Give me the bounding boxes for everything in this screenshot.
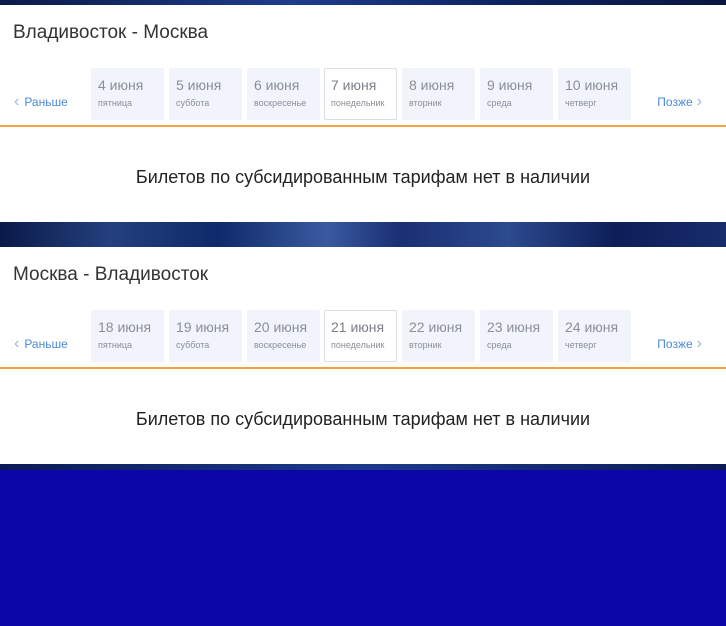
date-label: 21 июня	[331, 319, 385, 335]
weekday-label: суббота	[176, 98, 210, 108]
date-label: 19 июня	[176, 319, 230, 335]
weekday-label: среда	[487, 340, 512, 350]
date-card[interactable]: 6 июня воскресенье	[247, 68, 320, 120]
date-card[interactable]: 4 июня пятница	[91, 68, 164, 120]
weekday-label: пятница	[98, 340, 133, 350]
date-label: 5 июня	[176, 77, 222, 93]
date-label: 24 июня	[565, 319, 619, 335]
weekday-label: суббота	[176, 340, 210, 350]
route-panel-return: Москва - Владивосток ‹ Раньше 18 июня пя…	[0, 247, 726, 464]
date-label: 7 июня	[331, 77, 377, 93]
weekday-label: вторник	[409, 98, 442, 108]
date-card[interactable]: 5 июня суббота	[169, 68, 242, 120]
weekday-label: вторник	[409, 340, 442, 350]
weekday-label: воскресенье	[254, 98, 307, 108]
route-title: Москва - Владивосток	[13, 264, 209, 285]
date-label: 9 июня	[487, 77, 533, 93]
later-label: Позже	[657, 95, 693, 109]
date-label: 22 июня	[409, 319, 463, 335]
date-card[interactable]: 23 июня среда	[480, 310, 553, 362]
earlier-label: Раньше	[24, 95, 68, 109]
weekday-label: понедельник	[331, 340, 385, 350]
no-tickets-message: Билетов по субсидированным тарифам нет в…	[135, 167, 591, 187]
date-label: 4 июня	[98, 77, 144, 93]
later-button[interactable]: Позже ›	[657, 93, 702, 110]
background-band	[0, 222, 726, 247]
date-card[interactable]: 24 июня четверг	[558, 310, 631, 362]
date-card[interactable]: 22 июня вторник	[402, 310, 475, 362]
weekday-label: понедельник	[331, 98, 385, 108]
weekday-label: воскресенье	[254, 340, 307, 350]
date-card-selected[interactable]: 7 июня понедельник	[324, 68, 397, 120]
date-card[interactable]: 8 июня вторник	[402, 68, 475, 120]
later-button[interactable]: Позже ›	[657, 335, 702, 352]
date-label: 18 июня	[98, 319, 152, 335]
accent-divider	[0, 367, 726, 369]
date-card-selected[interactable]: 21 июня понедельник	[324, 310, 397, 362]
route-title: Владивосток - Москва	[13, 22, 209, 43]
date-card[interactable]: 10 июня четверг	[558, 68, 631, 120]
earlier-label: Раньше	[24, 337, 68, 351]
date-label: 10 июня	[565, 77, 619, 93]
bottom-background-strip	[0, 464, 726, 470]
route-panel-outbound: Владивосток - Москва ‹ Раньше 4 июня пят…	[0, 5, 726, 222]
date-label: 20 июня	[254, 319, 308, 335]
date-card[interactable]: 9 июня среда	[480, 68, 553, 120]
date-label: 23 июня	[487, 319, 541, 335]
date-card[interactable]: 20 июня воскресенье	[247, 310, 320, 362]
earlier-button[interactable]: ‹ Раньше	[14, 335, 68, 352]
accent-divider	[0, 125, 726, 127]
chevron-left-icon: ‹	[14, 93, 20, 110]
later-label: Позже	[657, 337, 693, 351]
weekday-label: пятница	[98, 98, 133, 108]
weekday-label: среда	[487, 98, 512, 108]
weekday-label: четверг	[565, 340, 597, 350]
date-card[interactable]: 19 июня суббота	[169, 310, 242, 362]
chevron-left-icon: ‹	[14, 335, 20, 352]
earlier-button[interactable]: ‹ Раньше	[14, 93, 68, 110]
date-label: 8 июня	[409, 77, 455, 93]
weekday-label: четверг	[565, 98, 597, 108]
date-label: 6 июня	[254, 77, 300, 93]
chevron-right-icon: ›	[696, 335, 702, 352]
chevron-right-icon: ›	[696, 93, 702, 110]
date-card[interactable]: 18 июня пятница	[91, 310, 164, 362]
no-tickets-message: Билетов по субсидированным тарифам нет в…	[135, 409, 591, 429]
